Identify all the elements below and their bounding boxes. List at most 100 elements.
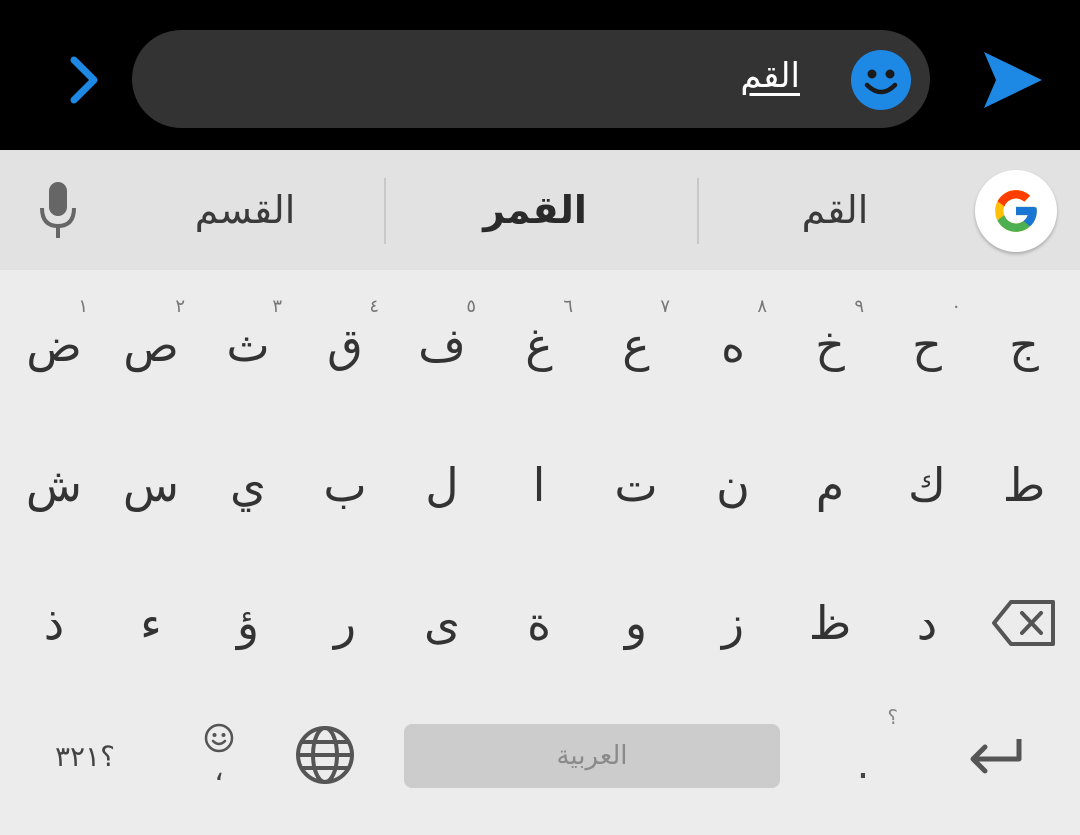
key-glyph: ظ <box>808 596 852 650</box>
key-glyph: ن <box>716 458 750 512</box>
period-hint: ؟ <box>887 705 898 729</box>
key-hamza[interactable]: ء <box>103 568 199 678</box>
key-zah[interactable]: ظ <box>782 568 878 678</box>
key-sin[interactable]: س <box>103 430 199 540</box>
key-glyph: ر <box>333 596 357 650</box>
backspace-icon <box>992 600 1055 646</box>
key-dhal[interactable]: ذ <box>6 568 102 678</box>
key-glyph: ؤ <box>236 596 260 650</box>
key-hint: ٩ <box>854 296 864 317</box>
enter-key[interactable] <box>950 710 1040 800</box>
key-glyph: ز <box>721 596 745 650</box>
key-ya[interactable]: ي <box>200 430 296 540</box>
key-glyph: ض <box>26 318 82 372</box>
key-glyph: ف <box>418 318 466 372</box>
key-hint: ٣ <box>272 296 282 317</box>
key-waw[interactable]: و <box>588 568 684 678</box>
key-glyph: م <box>815 458 845 512</box>
key-glyph: ة <box>526 596 552 650</box>
key-mim[interactable]: م <box>782 430 878 540</box>
key-hint: ٧ <box>660 296 670 317</box>
key-ba[interactable]: ب <box>297 430 393 540</box>
key-hint: ٨ <box>757 296 767 317</box>
key-alif-maqsura[interactable]: ى <box>394 568 490 678</box>
comma-key[interactable]: ، <box>178 705 260 805</box>
key-waw-hamza[interactable]: ؤ <box>200 568 296 678</box>
key-tah[interactable]: ط <box>976 430 1072 540</box>
space-key[interactable]: العربية <box>404 724 780 788</box>
suggestion-left[interactable]: القسم <box>145 178 345 242</box>
key-glyph: س <box>122 458 180 512</box>
key-glyph: ه <box>720 318 746 372</box>
key-zay[interactable]: ز <box>685 568 781 678</box>
key-qaf[interactable]: ٤ق <box>297 290 393 400</box>
symbols-key[interactable]: ؟٣٢١ <box>20 710 150 802</box>
suggestion-divider <box>384 178 386 244</box>
key-glyph: غ <box>525 318 553 372</box>
key-glyph: ج <box>1009 318 1039 372</box>
key-hah[interactable]: ٠ح <box>879 290 975 400</box>
key-glyph: ش <box>25 458 83 512</box>
backspace-key[interactable] <box>976 568 1072 678</box>
key-glyph: ص <box>123 318 179 372</box>
key-hint: ٤ <box>369 296 379 317</box>
key-alif[interactable]: ا <box>491 430 587 540</box>
message-text: القم <box>740 56 800 96</box>
suggestion-right[interactable]: القم <box>735 178 935 242</box>
send-button[interactable] <box>975 40 1050 120</box>
period-label: . <box>856 742 870 788</box>
key-ra[interactable]: ر <box>297 568 393 678</box>
key-ayn[interactable]: ٧ع <box>588 290 684 400</box>
key-shin[interactable]: ش <box>6 430 102 540</box>
key-tha[interactable]: ٣ث <box>200 290 296 400</box>
google-button[interactable] <box>975 170 1057 252</box>
key-glyph: ى <box>423 596 460 650</box>
google-icon <box>995 190 1037 232</box>
language-key[interactable] <box>280 710 370 800</box>
key-hint: ٦ <box>563 296 573 317</box>
send-icon <box>983 52 1042 108</box>
key-glyph: ذ <box>43 596 65 650</box>
keyboard: القسم القمر القم ١ض ٢ص ٣ث ٤ق ٥ف ٦غ ٧ع ٨ه… <box>0 150 1080 835</box>
voice-input-button[interactable] <box>30 178 86 242</box>
key-lam[interactable]: ل <box>394 430 490 540</box>
key-ta-marbuta[interactable]: ة <box>491 568 587 678</box>
key-ha[interactable]: ٨ه <box>685 290 781 400</box>
key-dal[interactable]: د <box>879 568 975 678</box>
key-hint: ٥ <box>466 296 476 317</box>
globe-icon <box>296 726 354 784</box>
compose-bar: القم <box>0 0 1080 150</box>
suggestion-center[interactable]: القمر <box>435 178 635 242</box>
suggestion-strip: القسم القمر القم <box>0 150 1080 270</box>
key-ghayn[interactable]: ٦غ <box>491 290 587 400</box>
key-kha[interactable]: ٩خ <box>782 290 878 400</box>
smiley-icon <box>851 50 911 110</box>
microphone-icon <box>40 182 76 238</box>
key-glyph: ح <box>912 318 942 372</box>
key-glyph: ط <box>1002 458 1046 512</box>
key-kaf[interactable]: ك <box>879 430 975 540</box>
comma-label: ، <box>214 753 224 788</box>
key-dad[interactable]: ١ض <box>6 290 102 400</box>
key-ta[interactable]: ت <box>588 430 684 540</box>
key-glyph: ا <box>532 458 546 512</box>
key-hint: ١ <box>78 296 88 317</box>
key-glyph: ق <box>327 318 363 372</box>
emoji-button[interactable] <box>850 49 912 111</box>
period-key[interactable]: ؟ . <box>818 705 908 805</box>
key-sad[interactable]: ٢ص <box>103 290 199 400</box>
key-glyph: و <box>624 596 648 650</box>
expand-button[interactable] <box>55 45 115 115</box>
chevron-right-icon <box>70 56 98 104</box>
key-glyph: خ <box>815 318 845 372</box>
key-glyph: ث <box>226 318 270 372</box>
key-hint: ٢ <box>175 296 185 317</box>
key-fa[interactable]: ٥ف <box>394 290 490 400</box>
key-nun[interactable]: ن <box>685 430 781 540</box>
key-glyph: ي <box>229 458 266 512</box>
screen: ال ق م القسم القمر القم ١ ض ٢ ص ٣ ث ٤ ق ٥ … <box>0 0 1080 835</box>
emoji-icon <box>204 723 234 753</box>
key-glyph: ت <box>614 458 658 512</box>
key-jim[interactable]: ج <box>976 290 1072 400</box>
message-input[interactable]: القم <box>132 30 930 128</box>
